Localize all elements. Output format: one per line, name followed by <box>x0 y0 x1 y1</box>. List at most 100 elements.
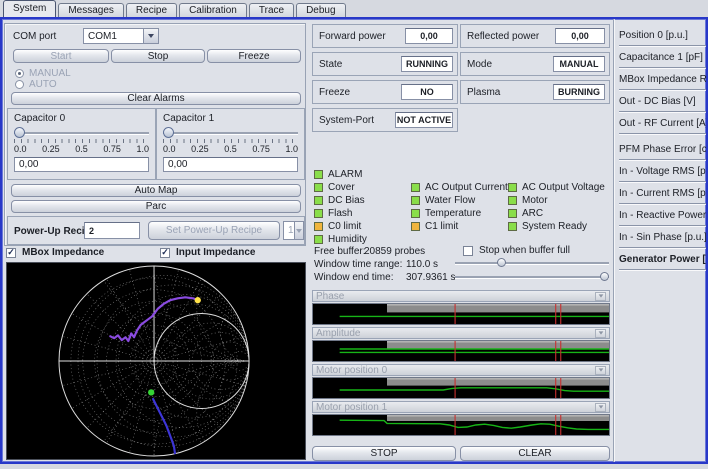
slider-thumb[interactable] <box>163 127 174 138</box>
signal-list-group-2: PFM Phase Error [calib] In - Voltage RMS… <box>619 138 706 248</box>
system-panel: COM port COM1 Start Stop Freeze MANUAL A… <box>0 17 708 464</box>
power-up-recipe-input[interactable]: 2 <box>84 222 140 239</box>
auto-radio[interactable]: AUTO <box>15 79 57 90</box>
status-led-label: AC Output Voltage <box>522 182 605 193</box>
status-led <box>411 196 420 205</box>
chevron-down-icon[interactable] <box>595 292 606 301</box>
status-led <box>411 183 420 192</box>
signal-label: Position 0 [p.u.] <box>619 30 688 41</box>
forward-power-field: Forward power 0,00 <box>312 24 458 48</box>
capacitor-0-slider[interactable] <box>14 127 149 139</box>
stop-recording-button[interactable]: STOP <box>312 446 456 461</box>
capacitor-section: Capacitor 0 0.0 0.25 0.5 0.75 1.0 0,00 C… <box>7 108 305 180</box>
signal-label: In - Voltage RMS [p.u.] <box>619 166 706 177</box>
system-port-label: System-Port <box>319 115 374 126</box>
set-power-up-recipe-button[interactable]: Set Power-Up Recipe <box>148 221 280 240</box>
slider-thumb[interactable] <box>497 258 506 267</box>
free-buffer-label: Free buffer: <box>314 246 366 257</box>
slider-thumb[interactable] <box>600 272 609 281</box>
window-end-time-value: 307.9361 s <box>406 272 456 283</box>
parc-button[interactable]: Parc <box>11 200 301 213</box>
led-item: DC Bias <box>314 195 365 206</box>
signal-label: In - Sin Phase [p.u.] <box>619 232 706 243</box>
plot-signal-label: Motor position 0 <box>316 365 387 376</box>
slider-tick-labels: 0.0 0.25 0.5 0.75 1.0 <box>14 144 149 154</box>
signal-label: In - Reactive Power [p.u.] <box>619 210 706 221</box>
forward-power-value: 0,00 <box>405 28 453 44</box>
status-led <box>411 209 420 218</box>
freeze-button[interactable]: Freeze <box>207 49 301 63</box>
window-time-range-slider[interactable] <box>455 258 609 267</box>
plot-signal-select[interactable]: Motor position 1 <box>312 401 610 413</box>
input-impedance-checkbox[interactable]: Input Impedance <box>160 247 255 258</box>
plot-signal-select[interactable]: Amplitude <box>312 327 610 339</box>
chevron-down-icon[interactable] <box>294 222 303 239</box>
chevron-down-icon[interactable] <box>595 329 606 338</box>
capacitor-0-value-field[interactable]: 0,00 <box>14 157 149 172</box>
led-item: System Ready <box>508 221 587 232</box>
signal-label: Capacitance 1 [pF] <box>619 52 703 63</box>
signal-plot <box>312 377 610 399</box>
tab-messages[interactable]: Messages <box>58 3 124 17</box>
tab-calibration[interactable]: Calibration <box>179 3 247 17</box>
reflected-power-value: 0,00 <box>555 28 605 44</box>
state-value: RUNNING <box>401 56 453 72</box>
tick-label: 0.0 <box>163 144 176 154</box>
tick-label: 0.25 <box>42 144 60 154</box>
slider-track <box>14 132 149 134</box>
chevron-down-icon[interactable] <box>143 29 158 43</box>
plot-signal-select[interactable]: Phase <box>312 290 610 302</box>
chevron-down-icon[interactable] <box>595 403 606 412</box>
start-button[interactable]: Start <box>13 49 109 63</box>
led-item: Humidity <box>314 234 367 245</box>
signal-plot <box>312 414 610 436</box>
auto-map-button[interactable]: Auto Map <box>11 184 301 197</box>
plasma-label: Plasma <box>467 87 500 98</box>
status-led-label: ARC <box>522 208 543 219</box>
tab-system[interactable]: System <box>3 0 56 17</box>
mbox-impedance-checkbox[interactable]: MBox Impedance <box>6 247 104 258</box>
stop-button[interactable]: Stop <box>111 49 205 63</box>
signal-label: In - Current RMS [p.u.] <box>619 188 706 199</box>
plasma-value: BURNING <box>553 84 605 100</box>
power-up-recipe-row: Power-Up Recipe 2 Set Power-Up Recipe 1 <box>7 216 305 245</box>
tab-debug[interactable]: Debug <box>296 3 345 17</box>
chevron-down-icon[interactable] <box>595 366 606 375</box>
window-time-range-value: 110.0 s <box>406 259 438 270</box>
tick-label: 0.0 <box>14 144 27 154</box>
free-buffer-value: 20859 probes <box>364 246 425 257</box>
window-end-time-label: Window end time: <box>314 272 393 283</box>
capacitor-1-value-field[interactable]: 0,00 <box>163 157 298 172</box>
stop-when-buffer-full-checkbox[interactable]: Stop when buffer full <box>463 245 570 256</box>
plot-signal-select[interactable]: Motor position 0 <box>312 364 610 376</box>
led-item: C1 limit <box>411 221 458 232</box>
freeze-value: NO <box>401 84 453 100</box>
capacitor-1-slider[interactable] <box>163 127 298 139</box>
signal-label: PFM Phase Error [calib] <box>619 144 706 155</box>
mode-field: Mode MANUAL <box>460 52 610 76</box>
slider-track <box>455 262 609 264</box>
signal-label: Out - DC Bias [V] <box>619 96 696 107</box>
tick-label: 1.0 <box>285 144 298 154</box>
slider-ticks <box>14 139 149 143</box>
tab-recipe[interactable]: Recipe <box>126 3 177 17</box>
clear-alarms-button[interactable]: Clear Alarms <box>11 92 301 105</box>
manual-radio[interactable]: MANUAL <box>15 68 71 79</box>
window-end-time-slider[interactable] <box>455 272 609 281</box>
auto-radio-label: AUTO <box>29 79 57 90</box>
signal-plot <box>312 340 610 362</box>
status-led-label: AC Output Current <box>425 182 508 193</box>
tab-bar: System Messages Recipe Calibration Trace… <box>0 0 708 17</box>
recipe-number-select[interactable]: 1 <box>283 221 304 240</box>
com-port-select[interactable]: COM1 <box>83 28 159 44</box>
signal-label: Generator Power [W] <box>619 254 706 265</box>
status-led <box>508 209 517 218</box>
clear-button[interactable]: CLEAR <box>460 446 610 461</box>
status-led-label: Flash <box>328 208 352 219</box>
status-led <box>314 183 323 192</box>
reflected-power-label: Reflected power <box>467 31 539 42</box>
tab-trace[interactable]: Trace <box>249 3 294 17</box>
manual-radio-label: MANUAL <box>29 68 71 79</box>
slider-thumb[interactable] <box>14 127 25 138</box>
status-led <box>314 222 323 231</box>
